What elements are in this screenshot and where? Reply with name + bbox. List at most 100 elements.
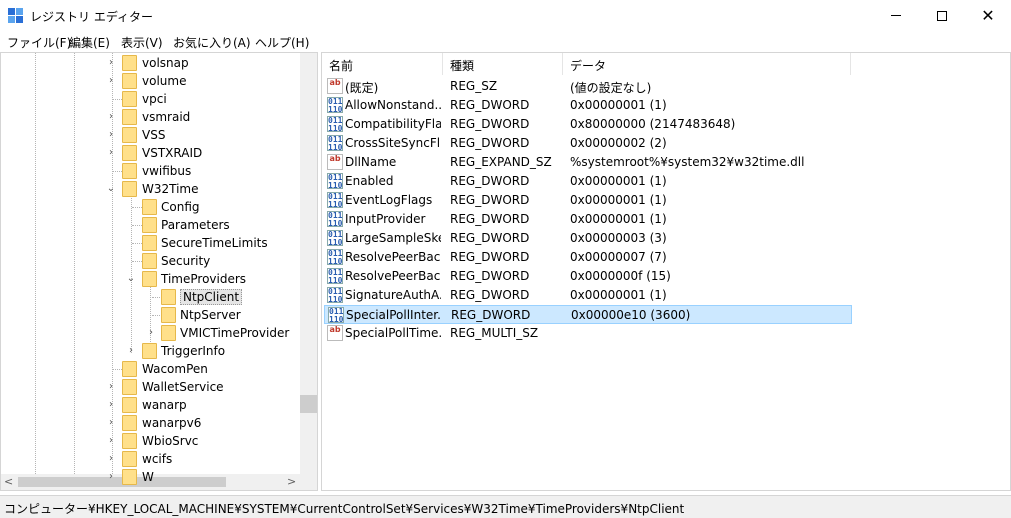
chevron-right-icon[interactable]: › (106, 56, 116, 70)
tree-item[interactable]: › vsmraid (1, 108, 301, 126)
chevron-right-icon[interactable]: › (106, 452, 116, 466)
tree-item[interactable]: › W (1, 468, 301, 486)
chevron-right-icon[interactable]: › (106, 416, 116, 430)
menu-view[interactable]: 表示(V) (121, 34, 163, 51)
value-type: REG_DWORD (451, 308, 531, 322)
tree-item[interactable]: NtpServer (1, 306, 301, 324)
value-name: DllName (345, 155, 397, 169)
close-button[interactable]: ✕ (965, 0, 1011, 31)
value-name: Enabled (345, 174, 394, 188)
value-row[interactable]: ab DllName REG_EXPAND_SZ %systemroot%¥syste… (324, 153, 852, 172)
tree-item-label: vwifibus (142, 164, 192, 178)
column-header-type[interactable]: 種類 (443, 53, 563, 75)
tree-item-label: wanarp (142, 398, 187, 412)
tree-item[interactable]: Security (1, 252, 301, 270)
binary-value-icon: 011 110 (327, 230, 343, 247)
folder-icon (122, 379, 137, 395)
tree-item[interactable]: Config (1, 198, 301, 216)
menu-help[interactable]: ヘルプ(H) (255, 34, 309, 51)
value-row[interactable]: 011 110 EventLogFlags REG_DWORD 0x00000001 (… (324, 191, 852, 210)
value-row[interactable]: 011 110 Enabled REG_DWORD 0x00000001 (1) (324, 172, 852, 191)
tree-item[interactable]: › volume (1, 72, 301, 90)
folder-icon (122, 163, 137, 179)
tree-item[interactable]: › WbioSrvc (1, 432, 301, 450)
tree-item[interactable]: Parameters (1, 216, 301, 234)
value-row[interactable]: 011 110 SpecialPollInter... REG_DWORD 0x0000… (324, 305, 852, 324)
value-type: REG_DWORD (450, 269, 530, 283)
maximize-icon (937, 10, 947, 21)
chevron-right-icon[interactable]: › (106, 110, 116, 124)
value-data: 0x00000001 (1) (570, 193, 667, 207)
tree-item[interactable]: › wanarpv6 (1, 414, 301, 432)
column-header-data[interactable]: データ (563, 53, 851, 75)
value-type: REG_DWORD (450, 136, 530, 150)
tree-item[interactable]: vwifibus (1, 162, 301, 180)
value-row[interactable]: 011 110 InputProvider REG_DWORD 0x00000001 (… (324, 210, 852, 229)
tree-item[interactable]: WacomPen (1, 360, 301, 378)
tree-item[interactable]: SecureTimeLimits (1, 234, 301, 252)
value-data: 0x80000000 (2147483648) (570, 117, 736, 131)
tree-item-label: volume (142, 74, 187, 88)
tree-item-label: NtpServer (180, 308, 241, 322)
tree-item[interactable]: › VSS (1, 126, 301, 144)
value-name: AllowNonstand... (345, 98, 441, 112)
value-row[interactable]: 011110CompatibilityFla... REG_DWORD 0x8000… (324, 115, 852, 134)
binary-value-icon: 011 110 (327, 192, 343, 209)
tree-item[interactable]: ⌄ W32Time (1, 180, 301, 198)
binary-value-icon: 011 110 (327, 268, 343, 285)
chevron-down-icon[interactable]: ⌄ (106, 182, 116, 196)
folder-icon (122, 73, 137, 89)
tree-vertical-scroll-thumb[interactable] (300, 395, 317, 413)
tree-item[interactable]: › wanarp (1, 396, 301, 414)
chevron-right-icon[interactable]: › (106, 380, 116, 394)
value-type: REG_DWORD (450, 117, 530, 131)
value-row[interactable]: 011 110 AllowNonstand... REG_DWORD 0x0000000… (324, 96, 852, 115)
chevron-right-icon[interactable]: › (126, 344, 136, 358)
key-tree-pane[interactable]: < > › volsnap › volume vpci › vsmraid › VSS › VSTX… (0, 52, 318, 491)
chevron-right-icon[interactable]: › (106, 74, 116, 88)
chevron-down-icon[interactable]: ⌄ (126, 272, 136, 286)
chevron-right-icon[interactable]: › (146, 326, 156, 340)
chevron-right-icon[interactable]: › (106, 434, 116, 448)
menu-edit[interactable]: 編集(E) (69, 34, 110, 51)
column-header-name[interactable]: 名前 (322, 53, 443, 75)
chevron-right-icon[interactable]: › (106, 398, 116, 412)
value-list-pane[interactable]: 名前 種類 データ ab (既定) REG_SZ (値の設定なし) 011 110 Allo… (321, 52, 1011, 491)
value-row[interactable]: 011110LargeSampleSkew REG_DWORD 0x00000003… (324, 229, 852, 248)
value-row[interactable]: 011110ResolvePeerBac... REG_DWORD 0x000000… (324, 248, 852, 267)
value-data: 0x00000e10 (3600) (571, 308, 691, 322)
value-data: 0x00000001 (1) (570, 212, 667, 226)
chevron-right-icon[interactable]: › (106, 146, 116, 160)
tree-item[interactable]: vpci (1, 90, 301, 108)
value-type: REG_DWORD (450, 193, 530, 207)
chevron-right-icon[interactable]: › (106, 128, 116, 142)
tree-item[interactable]: › volsnap (1, 54, 301, 72)
value-row[interactable]: 011 110 CrossSiteSyncFl... REG_DWORD 0x00000… (324, 134, 852, 153)
tree-item-label: NtpClient (180, 289, 243, 305)
value-row[interactable]: ab (既定) REG_SZ (値の設定なし) (324, 77, 852, 96)
folder-icon (122, 55, 137, 71)
tree-item[interactable]: ⌄ TimeProviders (1, 270, 301, 288)
tree-item[interactable]: › wcifs (1, 450, 301, 468)
value-type: REG_SZ (450, 79, 498, 93)
tree-item[interactable]: › TriggerInfo (1, 342, 301, 360)
tree-item[interactable]: › VSTXRAID (1, 144, 301, 162)
value-row[interactable]: 011110ResolvePeerBac... REG_DWORD 0x000000… (324, 267, 852, 286)
value-name: LargeSampleSkew (345, 231, 441, 245)
menu-favorites[interactable]: お気に入り(A) (173, 34, 251, 51)
value-row[interactable]: 011 110 SignatureAuthA... REG_DWORD 0x000000… (324, 286, 852, 305)
chevron-right-icon[interactable]: › (106, 470, 116, 484)
minimize-button[interactable] (873, 0, 919, 31)
binary-value-icon: 011 110 (327, 287, 343, 304)
folder-icon (142, 199, 157, 215)
menu-file[interactable]: ファイル(F) (7, 34, 71, 51)
tree-item[interactable]: › WalletService (1, 378, 301, 396)
tree-item[interactable]: › VMICTimeProvider (1, 324, 301, 342)
minimize-icon (891, 15, 901, 16)
maximize-button[interactable] (919, 0, 965, 31)
value-row[interactable]: ab SpecialPollTime... REG_MULTI_SZ (324, 324, 852, 343)
tree-item[interactable]: NtpClient (1, 288, 301, 306)
folder-icon (122, 127, 137, 143)
tree-item-label: VMICTimeProvider (180, 326, 290, 340)
folder-icon (122, 145, 137, 161)
